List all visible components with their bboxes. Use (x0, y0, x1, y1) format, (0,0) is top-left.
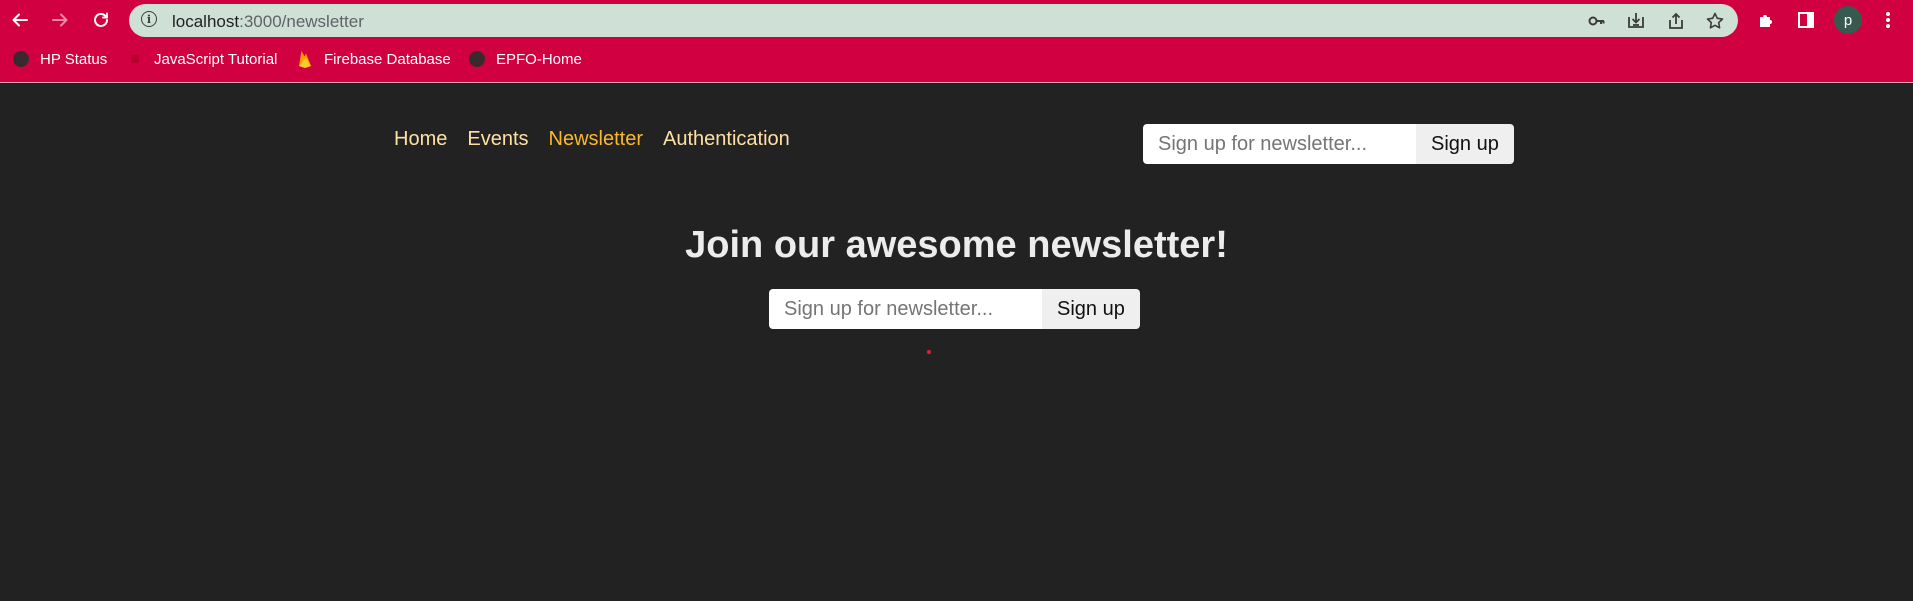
menu-icon[interactable] (1872, 4, 1904, 36)
header-newsletter-form: Sign up (1143, 124, 1514, 164)
site-info-icon[interactable]: i (141, 11, 157, 27)
share-icon[interactable] (1664, 9, 1688, 33)
nav-link-home[interactable]: Home (394, 128, 447, 151)
url-path: :3000/newsletter (239, 12, 364, 31)
bookmark-javascript-tutorial[interactable]: JavaScript Tutorial (126, 50, 277, 68)
key-icon[interactable] (1585, 9, 1609, 33)
url-host: localhost (172, 12, 240, 31)
main-navigation: Home Events Newsletter Authentication (394, 128, 790, 151)
bookmark-star-icon[interactable] (1703, 9, 1727, 33)
install-app-icon[interactable] (1624, 9, 1648, 33)
nav-link-newsletter[interactable]: Newsletter (549, 128, 643, 151)
bookmark-firebase-database[interactable]: Firebase Database (296, 50, 451, 68)
bookmark-label: Firebase Database (324, 50, 451, 68)
browser-toolbar: i localhost:3000/newsletter p (0, 0, 1913, 42)
bookmark-hp-status[interactable]: HP Status (12, 50, 107, 68)
page-content: Home Events Newsletter Authentication Si… (0, 83, 1913, 601)
url-text[interactable]: localhost:3000/newsletter (172, 12, 364, 32)
bookmarks-bar: HP Status JavaScript Tutorial Firebase D… (0, 48, 1913, 74)
bookmark-label: JavaScript Tutorial (154, 50, 278, 68)
main-newsletter-input[interactable] (769, 289, 1042, 329)
bookmark-label: EPFO-Home (496, 50, 582, 68)
bookmark-epfo-home[interactable]: EPFO-Home (468, 50, 582, 68)
globe-icon (12, 50, 30, 68)
side-panel-icon[interactable] (1790, 4, 1822, 36)
nav-link-authentication[interactable]: Authentication (663, 128, 790, 151)
bookmark-label: HP Status (40, 50, 108, 68)
firebase-icon (296, 50, 314, 68)
nav-link-events[interactable]: Events (467, 128, 528, 151)
tutorial-favicon (126, 50, 144, 68)
page-title: Join our awesome newsletter! (685, 224, 1228, 266)
profile-avatar[interactable]: p (1834, 6, 1862, 34)
main-signup-button[interactable]: Sign up (1042, 289, 1140, 329)
main-newsletter-form: Sign up (769, 289, 1140, 329)
back-icon[interactable] (4, 4, 36, 36)
header-newsletter-input[interactable] (1143, 124, 1416, 164)
forward-icon[interactable] (44, 4, 76, 36)
address-bar[interactable]: i localhost:3000/newsletter (129, 4, 1738, 37)
reload-icon[interactable] (85, 4, 117, 36)
browser-chrome: i localhost:3000/newsletter p HP Status … (0, 0, 1913, 83)
header-signup-button[interactable]: Sign up (1416, 124, 1514, 164)
globe-icon (468, 50, 486, 68)
extensions-icon[interactable] (1750, 4, 1782, 36)
cursor-dot (927, 350, 931, 354)
